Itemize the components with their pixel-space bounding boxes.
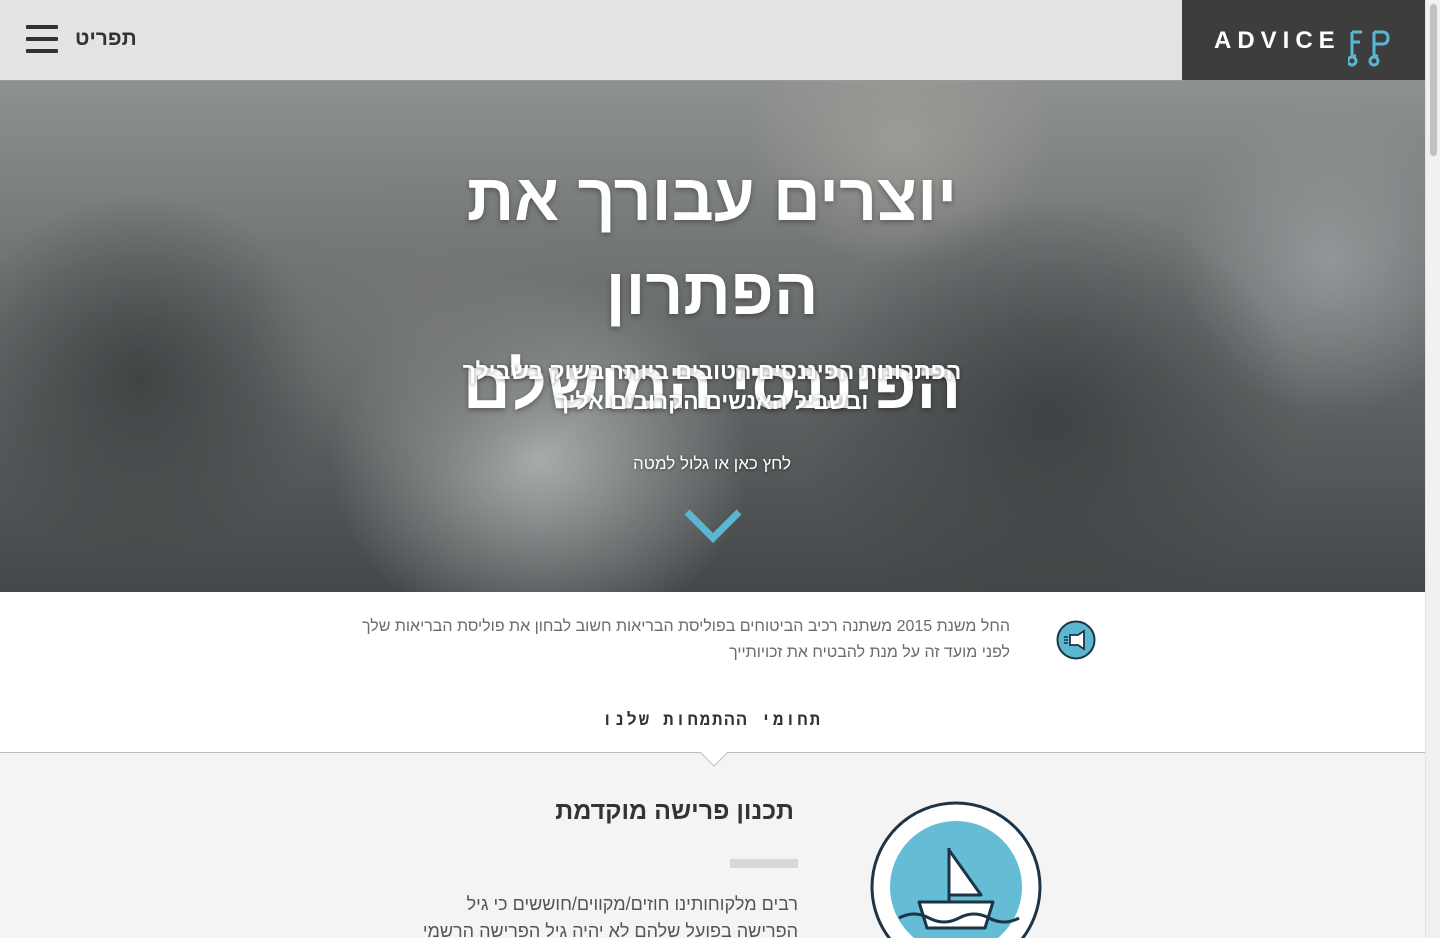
feature-text-line-1: רבים מלקוחותינו חוזים/מקווים/חוששים כי ג… (466, 894, 798, 914)
section-title: תחומי ההתמחות שלנו (602, 710, 822, 730)
logo-text: ADVICE (1214, 27, 1341, 54)
megaphone-icon (1056, 620, 1096, 660)
scrollbar[interactable] (1425, 0, 1440, 938)
section-notch-arrow (700, 752, 728, 767)
notice-banner: החל משנת 2015 משתנה רכיב הביטוחים בפוליס… (0, 592, 1425, 693)
feature-text-line-2: הפרישה בפועל שלהם לא יהיה גיל הפרישה הרש… (422, 921, 798, 938)
feature-title: תכנון פרישה מוקדמת (555, 797, 794, 825)
feature-divider (730, 859, 798, 868)
scroll-cta-link[interactable]: לחץ כאן או גלול למטה (562, 454, 862, 474)
scrollbar-thumb[interactable] (1430, 4, 1437, 156)
hero-subtitle: הפתרונות הפיננסים הטובים ביותר בשוק בשבי… (412, 356, 1012, 416)
notice-line-1: החל משנת 2015 משתנה רכיב הביטוחים בפוליס… (362, 618, 1010, 635)
top-bar: תפריט (0, 0, 1182, 81)
section-header: תחומי ההתמחות שלנו (0, 692, 1425, 753)
feature-text: רבים מלקוחותינו חוזים/מקווים/חוששים כי ג… (380, 891, 798, 938)
sailboat-icon (870, 801, 1042, 938)
hero-title-line-1: יוצרים עבורך את הפתרון (466, 160, 958, 328)
page: תפריט ADVICE יוצרים עבורך את הפתרון הפינ… (0, 0, 1425, 938)
logo[interactable]: ADVICE (1182, 0, 1425, 80)
hero-section: תפריט ADVICE יוצרים עבורך את הפתרון הפינ… (0, 0, 1425, 592)
notice-line-2: לפני מועד זה על מנת להבטיח את זכויותייך (729, 644, 1010, 661)
notice-text: החל משנת 2015 משתנה רכיב הביטוחים בפוליס… (320, 614, 1010, 666)
hero-subtitle-line-1: הפתרונות הפיננסים הטובים ביותר בשוק בשבי… (462, 358, 962, 384)
chevron-down-icon[interactable] (684, 508, 742, 544)
logo-fp-icon (1348, 30, 1390, 67)
hero-subtitle-line-2: ובשביל האנשים הקרובים אליך (555, 388, 869, 414)
hamburger-menu-icon[interactable] (26, 25, 58, 55)
menu-label[interactable]: תפריט (75, 27, 137, 51)
